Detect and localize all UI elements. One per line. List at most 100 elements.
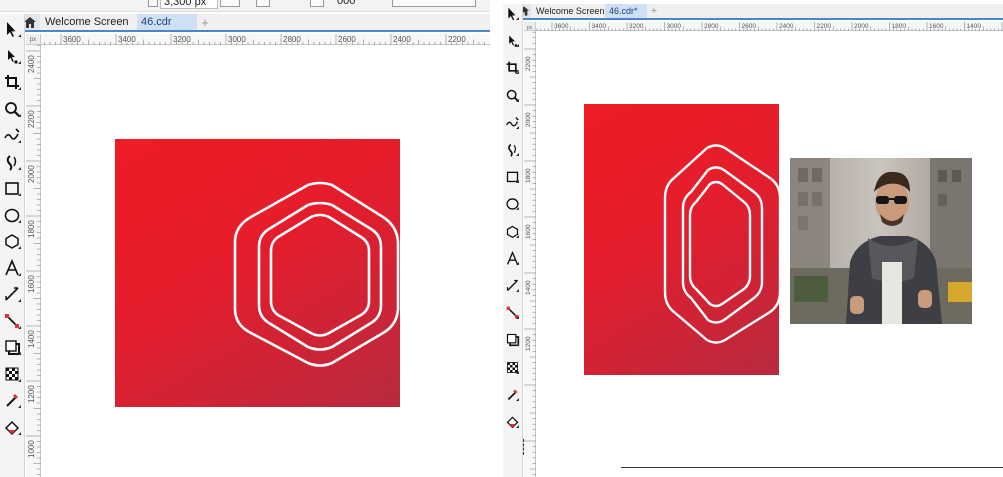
height-field[interactable]: 3,300 px	[160, 0, 218, 9]
ruler-label: 1200	[27, 385, 36, 403]
ruler-ticks	[524, 31, 536, 475]
ruler-label: 2200	[525, 56, 532, 71]
document-tab-bar: Welcome Screen 46.cdr +	[20, 14, 490, 32]
ruler-label: 2200	[448, 35, 466, 44]
vertical-ruler[interactable]: 2400 2200 2000 1800 1600 1400 1200 1000	[26, 45, 41, 477]
ruler-label: 3200	[629, 23, 644, 30]
ruler-label: 2000	[525, 112, 532, 127]
ruler-label: 1000	[27, 440, 36, 458]
tab-46-cdr[interactable]: 46.cdr*	[605, 4, 647, 18]
rectangle-tool-button[interactable]	[0, 179, 24, 197]
ruler-label: 1400	[966, 23, 981, 30]
interactive-fill-button[interactable]	[503, 414, 522, 429]
shape-tool-button[interactable]	[503, 33, 522, 48]
ruler-label: 1600	[27, 275, 36, 293]
man-in-scarf-image	[790, 158, 972, 324]
freehand-tool-button[interactable]	[0, 126, 24, 144]
new-tab-button[interactable]: +	[648, 4, 660, 18]
document-tab-bar: Welcome Screen 46.cdr* +	[517, 4, 1003, 20]
ruler-ticks	[44, 34, 485, 45]
ruler-label: 1800	[525, 168, 532, 183]
pick-tool-button[interactable]	[503, 6, 522, 21]
crop-tool-button[interactable]	[0, 73, 24, 91]
artistic-media-button[interactable]	[503, 142, 522, 157]
eyedropper-button[interactable]	[0, 391, 24, 409]
ellipse-tool-button[interactable]	[0, 206, 24, 224]
red-square-design[interactable]	[115, 139, 400, 407]
transparency-button[interactable]	[0, 365, 24, 383]
ruler-label: 2200	[27, 110, 36, 128]
ruler-label: 3000	[666, 23, 681, 30]
tab-welcome-screen[interactable]: Welcome Screen	[532, 4, 604, 18]
ruler-label: 2400	[779, 23, 794, 30]
panel-divider	[490, 0, 503, 477]
text-tool-button[interactable]	[503, 250, 522, 266]
ruler-origin[interactable]: px	[524, 22, 536, 31]
ruler-label: 1800	[27, 220, 36, 238]
drawing-canvas[interactable]	[537, 32, 1003, 468]
horizontal-ruler[interactable]: 3600 3400 3200 3000 2800 2600 2400 2200 2000 1800…	[536, 22, 1003, 31]
scrollbar-track[interactable]	[621, 467, 1003, 468]
ruler-label: 2200	[816, 23, 831, 30]
polygon-tool-button[interactable]	[0, 232, 24, 250]
tab-welcome-screen[interactable]: Welcome Screen	[41, 14, 136, 30]
zoom-tool-button[interactable]	[0, 100, 24, 118]
snap-dropdown[interactable]	[392, 0, 476, 7]
spin-arrows[interactable]	[220, 0, 240, 7]
ruler-label: 1400	[525, 280, 532, 295]
rectangle-tool-button[interactable]	[503, 169, 522, 184]
artistic-media-button[interactable]	[0, 153, 24, 171]
freehand-tool-button[interactable]	[503, 115, 522, 130]
pick-tool-button[interactable]	[0, 20, 24, 38]
ruler-label: 2000	[27, 165, 36, 183]
drawing-canvas[interactable]	[42, 46, 490, 477]
interactive-fill-button[interactable]	[0, 418, 24, 436]
new-tab-button[interactable]: +	[198, 14, 212, 30]
vertical-ruler[interactable]: 2200 2000 1800 1600 1400 1200	[524, 31, 536, 477]
crop-tool-button[interactable]	[503, 60, 522, 75]
parallel-dimension-button[interactable]	[0, 285, 24, 303]
left-screenshot-panel: 3,300 px 000 Welcome Screen 46.cdr + px …	[0, 0, 490, 477]
shape-tool-button[interactable]	[0, 47, 24, 65]
parallel-dimension-button[interactable]	[503, 278, 522, 293]
dock-edge	[523, 439, 526, 455]
tab-46-cdr[interactable]: 46.cdr	[137, 14, 197, 30]
zoom-tool-button[interactable]	[503, 88, 522, 103]
ruler-label: 3600	[63, 35, 81, 44]
lock-ratio-checkbox[interactable]	[148, 0, 158, 7]
ruler-label: 2800	[704, 23, 719, 30]
hexagon-outline-graphic	[663, 144, 779, 344]
ruler-label: 2400	[27, 55, 36, 73]
drop-shadow-button[interactable]	[0, 338, 24, 356]
ruler-origin[interactable]: px	[26, 34, 41, 45]
ruler-label: 3600	[554, 23, 569, 30]
ruler-units: px	[29, 37, 37, 43]
polygon-tool-button[interactable]	[503, 224, 522, 239]
text-tool-button[interactable]	[0, 258, 24, 277]
ellipse-tool-button[interactable]	[503, 196, 522, 211]
hexagon-outline-graphic	[233, 181, 400, 367]
home-icon	[24, 16, 36, 28]
ruler-label: 2600	[741, 23, 756, 30]
transparency-button[interactable]	[503, 360, 522, 375]
ruler-label: 1200	[525, 336, 532, 351]
drop-shadow-button[interactable]	[503, 332, 522, 347]
ruler-label: 3200	[173, 35, 191, 44]
ruler-label: 1800	[891, 23, 906, 30]
red-rectangle-design[interactable]	[584, 104, 779, 375]
ruler-label: 2000	[854, 23, 869, 30]
property-bar: 3,300 px 000	[0, 0, 490, 12]
toolbox	[0, 14, 25, 477]
connector-tool-button[interactable]	[0, 312, 24, 330]
man-photo[interactable]	[790, 158, 972, 324]
ruler-label: 1600	[525, 224, 532, 239]
eyedropper-button[interactable]	[503, 387, 522, 402]
ruler-label: 1400	[27, 330, 36, 348]
ruler-label: 2800	[283, 35, 301, 44]
horizontal-ruler[interactable]: 3600 3400 3200 3000 2800 2600 2400 2200	[41, 34, 490, 45]
connector-tool-button[interactable]	[503, 305, 522, 320]
right-screenshot-panel: Welcome Screen 46.cdr* + px 3600 3400 3200…	[503, 0, 1003, 477]
toolbox	[503, 4, 523, 477]
nudge-button[interactable]	[310, 0, 324, 7]
units-button[interactable]	[256, 0, 270, 7]
